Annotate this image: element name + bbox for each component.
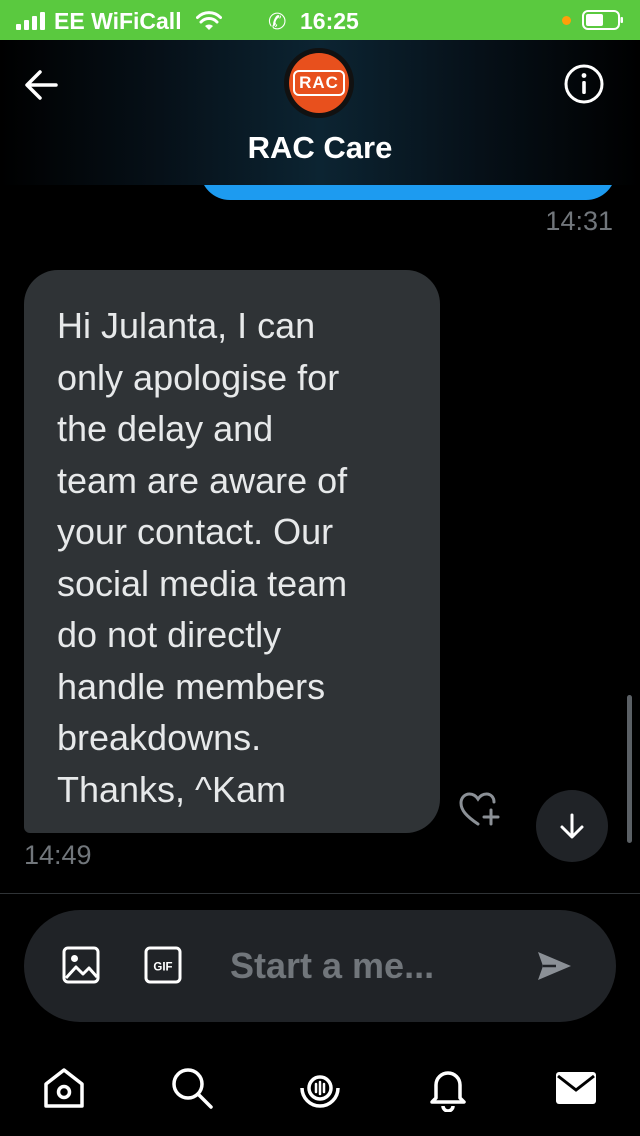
signal-icon xyxy=(16,12,46,30)
wifi-icon xyxy=(196,11,222,30)
conversation-header: RAC RAC Care xyxy=(0,40,640,185)
info-icon[interactable] xyxy=(562,62,606,106)
search-icon[interactable] xyxy=(168,1064,216,1112)
spaces-icon[interactable] xyxy=(296,1064,344,1112)
status-time: 16:25 xyxy=(300,8,359,34)
carrier-label: EE WiFiCall xyxy=(54,8,182,34)
scrollbar[interactable] xyxy=(627,695,632,843)
page-title[interactable]: RAC Care xyxy=(0,130,640,166)
battery-icon xyxy=(582,10,623,30)
phone-icon: ✆ xyxy=(268,9,287,34)
notifications-icon[interactable] xyxy=(424,1064,472,1112)
home-icon[interactable] xyxy=(40,1064,88,1112)
message-timestamp: 14:49 xyxy=(24,840,92,870)
gif-icon[interactable]: GIF xyxy=(144,946,182,984)
tab-bar xyxy=(0,1050,640,1136)
privacy-dot-indicator xyxy=(562,16,571,25)
messages-icon[interactable] xyxy=(552,1064,600,1112)
message-input[interactable] xyxy=(230,940,520,992)
image-icon[interactable] xyxy=(62,946,100,984)
arrow-down-icon xyxy=(560,813,584,839)
logo-text: RAC xyxy=(293,70,345,96)
avatar[interactable]: RAC xyxy=(284,48,354,118)
gif-label: GIF xyxy=(153,962,172,974)
back-arrow-icon[interactable] xyxy=(20,64,62,106)
status-bar: EE WiFiCall ✆ 16:25 xyxy=(0,0,640,40)
rac-logo: RAC xyxy=(289,53,349,113)
incoming-message-bubble[interactable]: Hi Julanta, I can only apologise for the… xyxy=(24,270,440,833)
message-composer: GIF xyxy=(24,910,616,1022)
scroll-to-bottom-button[interactable] xyxy=(536,790,608,862)
message-timestamp: 14:31 xyxy=(545,206,613,236)
divider xyxy=(0,893,640,894)
gif-frame-icon: GIF xyxy=(144,946,182,984)
send-icon[interactable] xyxy=(534,946,574,986)
heart-plus-icon[interactable] xyxy=(458,790,502,830)
